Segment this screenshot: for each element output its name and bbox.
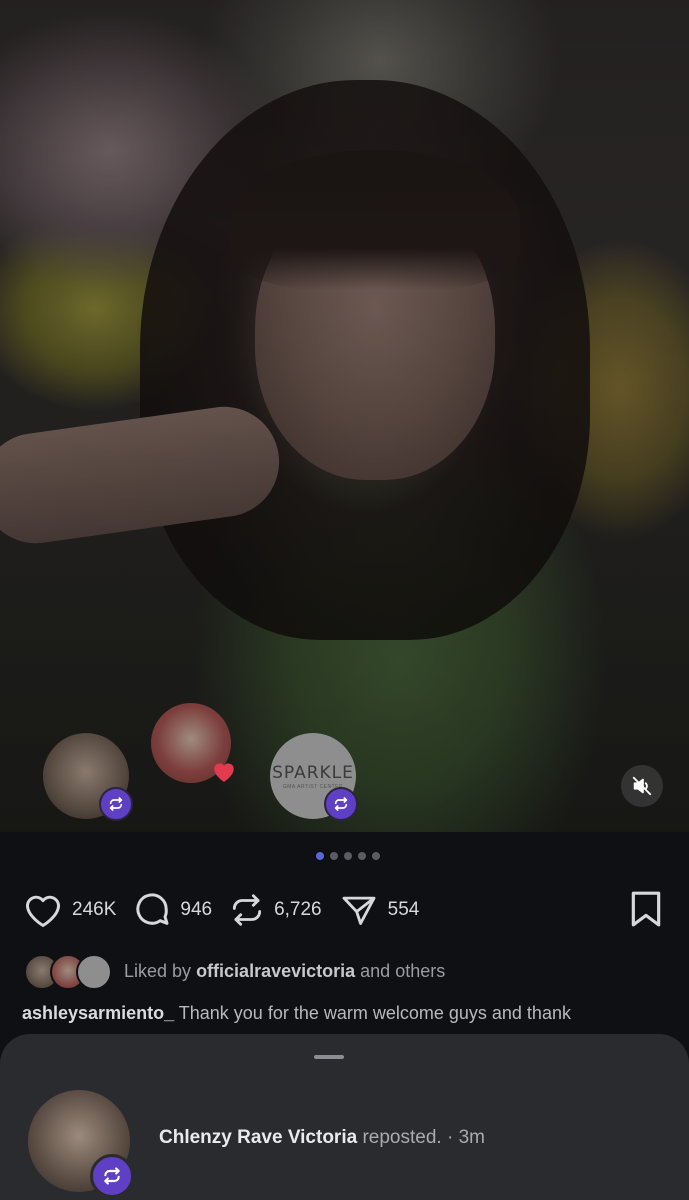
reposter-avatar[interactable] <box>28 1090 134 1198</box>
send-icon <box>342 896 376 925</box>
repost-time: 3m <box>458 1127 485 1148</box>
speaker-muted-icon <box>632 776 652 796</box>
repost-bottom-sheet: Chlenzy Rave Victoria reposted. · 3m <box>0 1034 689 1200</box>
liked-by-user[interactable]: officialravevictoria <box>196 961 355 981</box>
liked-by-avatars <box>24 954 112 990</box>
bookmark-button[interactable] <box>628 890 664 933</box>
reposter-name[interactable]: Chlenzy Rave Victoria <box>159 1127 357 1148</box>
carousel-dot <box>357 852 366 860</box>
avatar <box>76 954 112 990</box>
comment-count: 946 <box>180 899 213 920</box>
repost-badge-icon <box>99 787 133 821</box>
repost-badge-icon <box>90 1154 134 1198</box>
repost-action: reposted. <box>362 1127 442 1148</box>
comment-icon <box>136 893 169 925</box>
share-button[interactable]: 554 <box>338 891 420 929</box>
mute-button[interactable] <box>621 765 663 807</box>
post-caption: ashleysarmiento_ Thank you for the warm … <box>22 1000 672 1026</box>
caption-username[interactable]: ashleysarmiento_ <box>22 1003 174 1023</box>
repost-count: 6,726 <box>274 899 322 920</box>
repost-icon <box>232 894 262 926</box>
bookmark-icon <box>631 891 661 927</box>
repost-badge-icon <box>324 787 358 821</box>
heart-icon <box>25 895 61 928</box>
comment-button[interactable]: 946 <box>132 890 212 930</box>
liked-by-row[interactable]: Liked by officialravevictoria and others <box>24 954 445 990</box>
share-count: 554 <box>387 899 420 920</box>
carousel-dot <box>371 852 380 860</box>
sparkle-brand: SPARKLE <box>272 762 354 783</box>
photo-shade <box>0 0 689 832</box>
heart-badge-icon <box>214 763 234 782</box>
carousel-dot <box>343 852 352 860</box>
overlay-avatar-like[interactable] <box>151 703 234 783</box>
carousel-dot <box>315 852 324 860</box>
like-button[interactable]: 246K <box>22 891 116 929</box>
caption-text: Thank you for the warm welcome guys and … <box>178 1003 571 1023</box>
like-count: 246K <box>72 899 117 920</box>
repost-info: Chlenzy Rave Victoria reposted. · 3m <box>159 1127 485 1149</box>
carousel-dot <box>329 852 338 860</box>
repost-button[interactable]: 6,726 <box>228 891 322 929</box>
liked-by-suffix: and others <box>360 960 446 981</box>
liked-by-text: Liked by officialravevictoria and others <box>124 961 445 982</box>
separator: · <box>446 1127 454 1148</box>
carousel-indicator <box>0 852 689 860</box>
overlay-avatar-repost-2[interactable]: SPARKLE GMA ARTIST CENTER <box>270 733 358 821</box>
sheet-grab-handle[interactable] <box>314 1055 344 1059</box>
post-action-bar: 246K 946 6,726 554 <box>22 890 435 930</box>
post-photo[interactable]: SPARKLE GMA ARTIST CENTER <box>0 0 689 832</box>
liked-by-prefix: Liked by <box>124 960 192 981</box>
overlay-avatar-repost-1[interactable] <box>43 733 133 821</box>
